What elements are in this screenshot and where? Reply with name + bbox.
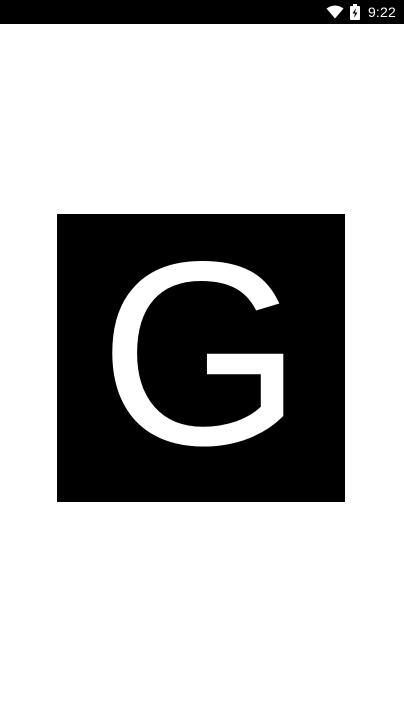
status-icons: 9:22 — [326, 0, 396, 24]
status-bar: 9:22 — [0, 0, 404, 24]
wifi-icon — [326, 5, 344, 19]
battery-charging-icon — [349, 4, 360, 20]
splash-screen: G — [0, 24, 404, 720]
app-logo: G — [57, 214, 345, 502]
status-time: 9:22 — [367, 4, 396, 20]
app-logo-letter: G — [99, 207, 303, 500]
